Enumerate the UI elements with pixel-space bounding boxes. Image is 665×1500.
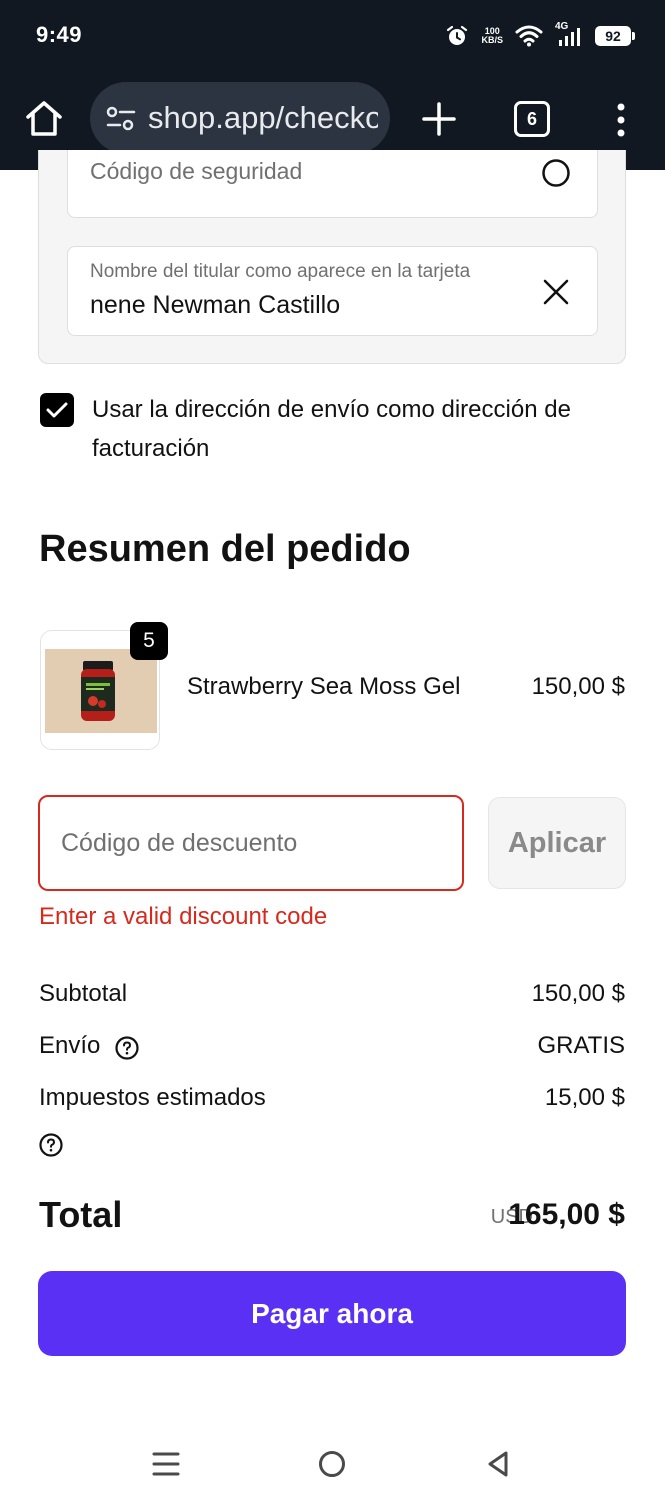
product-price: 150,00 $ (531, 673, 625, 700)
nav-home-icon[interactable] (317, 1449, 347, 1479)
back-icon[interactable] (485, 1449, 511, 1479)
discount-error-message: Enter a valid discount code (39, 903, 328, 930)
battery-icon: 92 (595, 26, 635, 46)
status-icons: 100 KB/S 4G 92 (445, 21, 635, 50)
billing-address-label[interactable]: Usar la dirección de envío como direcció… (92, 390, 632, 468)
url-text[interactable]: shop.app/checkout (148, 100, 378, 136)
pay-now-button[interactable]: Pagar ahora (38, 1271, 626, 1356)
network-speed: 100 KB/S (481, 26, 503, 45)
billing-address-checkbox[interactable] (40, 393, 74, 427)
url-bar[interactable]: shop.app/checkout (90, 82, 390, 154)
cardholder-name-value[interactable]: nene Newman Castillo (90, 291, 340, 320)
cardholder-name-label: Nombre del titular como aparece en la ta… (90, 261, 471, 282)
discount-code-field[interactable] (38, 795, 464, 891)
clear-icon[interactable] (543, 279, 569, 305)
cardholder-name-field[interactable]: Nombre del titular como aparece en la ta… (67, 246, 598, 336)
tab-switcher-button[interactable]: 6 (514, 101, 550, 137)
total-value: 165,00 $ (508, 1198, 625, 1231)
taxes-value: 15,00 $ (544, 1084, 625, 1111)
total-label: Total (39, 1194, 123, 1235)
status-time: 9:49 (36, 22, 83, 47)
signal-icon: 4G (555, 21, 583, 48)
more-menu-icon[interactable] (614, 102, 628, 138)
home-icon[interactable] (22, 96, 66, 140)
security-code-field[interactable]: Código de seguridad (67, 150, 598, 218)
apply-discount-button[interactable]: Aplicar (488, 797, 626, 889)
browser-chrome: 9:49 100 KB/S 4G 92 shop.app/checko 6 (0, 0, 665, 170)
security-code-label: Código de seguridad (90, 158, 303, 184)
alarm-icon (447, 25, 468, 45)
new-tab-icon[interactable] (418, 98, 460, 140)
wifi-icon (515, 25, 543, 47)
shipping-value: GRATIS (537, 1032, 625, 1059)
order-summary-title: Resumen del pedido (39, 528, 411, 570)
checkmark-icon (46, 402, 68, 418)
subtotal-value: 150,00 $ (531, 980, 625, 1007)
shipping-label: Envío (39, 1032, 101, 1059)
taxes-help-icon[interactable] (39, 1133, 63, 1157)
quantity-badge: 5 (130, 622, 168, 660)
site-settings-icon[interactable] (106, 106, 136, 132)
taxes-label: Impuestos estimados (39, 1084, 266, 1111)
subtotal-label: Subtotal (39, 980, 128, 1007)
shipping-help-icon[interactable] (115, 1036, 139, 1060)
discount-code-input[interactable] (40, 797, 462, 889)
product-name: Strawberry Sea Moss Gel (187, 673, 461, 700)
help-icon[interactable] (541, 158, 571, 188)
recents-icon[interactable] (150, 1450, 182, 1478)
